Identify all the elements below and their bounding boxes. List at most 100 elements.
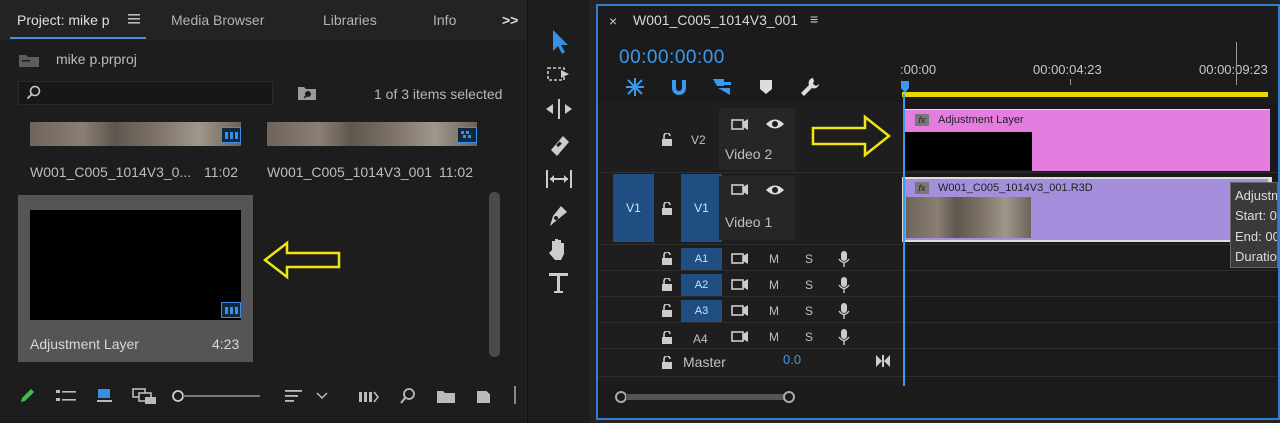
sync-lock-icon[interactable] [731,118,749,132]
solo-button[interactable]: S [805,278,813,292]
track-name-video-2[interactable]: Video 2 [725,146,772,162]
sequence-tab-title[interactable]: W001_C005_1014V3_001 [633,12,798,28]
sync-lock-icon[interactable] [731,183,749,197]
tab-info[interactable]: Info [433,0,456,40]
lock-icon[interactable] [661,202,673,216]
razor-tool-icon[interactable] [541,130,577,160]
new-bin-icon[interactable] [436,388,456,404]
solo-button[interactable]: S [805,304,813,318]
playhead-line[interactable] [903,94,905,394]
track-target-a4[interactable]: A4 [693,332,708,346]
track-target-a1[interactable]: A1 [681,248,722,270]
close-tab-icon[interactable]: × [609,13,617,29]
mute-button[interactable]: M [769,330,779,344]
type-tool-icon[interactable] [541,268,577,298]
microphone-icon[interactable] [838,302,850,320]
pencil-icon[interactable] [18,387,36,405]
track-target-v2[interactable]: V2 [691,133,706,147]
list-view-icon[interactable] [55,388,77,404]
snap-magnet-icon[interactable] [668,76,690,98]
video-clip-badge-icon [221,302,241,318]
active-tab-indicator [10,37,146,39]
pen-tool-icon[interactable] [541,200,577,230]
linked-selection-icon[interactable] [710,76,734,98]
tab-libraries[interactable]: Libraries [323,0,377,40]
nest-icon[interactable] [624,76,646,98]
audio-track-headers: A1 M S A2 M S A3 M S A4 M S [598,247,902,347]
chevron-down-icon[interactable] [316,391,328,401]
source-patch-v1[interactable]: V1 [613,174,654,242]
solo-button[interactable]: S [805,252,813,266]
eye-icon[interactable] [765,183,785,197]
timeline-zoom-scroll[interactable] [612,389,798,405]
lock-icon[interactable] [661,356,673,370]
project-item-selected[interactable]: Adjustment Layer 4:23 [18,195,253,362]
master-volume-value[interactable]: 0.0 [783,352,801,367]
sequence-menu-icon[interactable]: ≡ [810,11,818,27]
clear-icon[interactable] [514,386,518,404]
project-filename: mike p.prproj [56,51,137,67]
tab-media-browser[interactable]: Media Browser [171,0,264,40]
clip-adjustment-layer[interactable]: fx Adjustment Layer [904,109,1270,171]
ruler-tick [1070,79,1071,85]
microphone-icon[interactable] [838,276,850,294]
clip-video-selected[interactable]: fx W001_C005_1014V3_001.R3D [902,177,1272,242]
in-out-range-bar[interactable] [902,92,1268,97]
find-icon[interactable] [399,387,417,405]
solo-button[interactable]: S [805,330,813,344]
zoom-slider[interactable] [170,388,262,404]
lock-icon[interactable] [661,331,673,345]
hamburger-icon[interactable] [128,13,140,25]
track-target-v1[interactable]: V1 [681,174,722,242]
microphone-icon[interactable] [838,328,850,346]
search-input[interactable] [18,81,273,105]
selection-tool-icon[interactable] [541,26,577,56]
lock-icon[interactable] [661,252,673,266]
sync-lock-icon[interactable] [731,330,749,344]
sync-lock-icon[interactable] [731,304,749,318]
sort-icons-icon[interactable] [284,388,304,404]
playhead-handle[interactable] [900,80,910,94]
wrench-icon[interactable] [798,76,820,98]
go-to-in-out-icon[interactable] [875,354,891,368]
clip-name: Adjustment Layer [938,114,1024,126]
automate-to-sequence-icon[interactable] [358,388,380,404]
playhead-timecode[interactable]: 00:00:00:00 [619,47,725,69]
project-item[interactable]: W001_C005_1014V3_0... 11:02 [18,122,253,186]
lock-icon[interactable] [661,304,673,318]
find-bin-icon[interactable] [297,84,317,102]
slip-tool-icon[interactable] [541,164,577,194]
project-scrollbar[interactable] [489,192,500,357]
add-marker-icon[interactable] [758,78,774,96]
ripple-edit-tool-icon[interactable] [541,94,577,124]
ruler-label: 00:00:09:23 [1199,62,1268,77]
track-target-a3[interactable]: A3 [681,300,722,322]
sync-lock-icon[interactable] [731,278,749,292]
tooltip-line: End: 00 [1235,229,1278,244]
tab-project[interactable]: Project: mike p [17,0,110,40]
time-ruler[interactable]: :00:00 00:00:04:23 00:00:09:23 [900,6,1278,100]
track-divider [598,172,1278,173]
icon-view-icon[interactable] [96,387,114,405]
eye-icon[interactable] [765,117,785,131]
sync-lock-icon[interactable] [731,252,749,266]
mute-button[interactable]: M [769,252,779,266]
folder-icon [18,52,40,68]
mute-button[interactable]: M [769,278,779,292]
lock-icon[interactable] [661,133,673,147]
lock-icon[interactable] [661,278,673,292]
track-target-a2[interactable]: A2 [681,274,722,296]
panel-overflow-button[interactable]: >> [502,0,518,40]
track-name-video-1[interactable]: Video 1 [725,214,772,230]
tooltip-line: Start: 0 [1235,208,1277,223]
clip-thumbnail [906,197,1031,238]
hand-tool-icon[interactable] [541,234,577,264]
new-item-icon[interactable] [474,387,492,405]
mute-button[interactable]: M [769,304,779,318]
freeform-view-icon[interactable] [132,387,158,405]
project-bottom-toolbar [0,378,526,414]
project-item[interactable]: W001_C005_1014V3_001 11:02 [255,122,485,186]
microphone-icon[interactable] [838,250,850,268]
track-select-tool-icon[interactable] [541,60,577,90]
item-name: Adjustment Layer [30,336,139,352]
